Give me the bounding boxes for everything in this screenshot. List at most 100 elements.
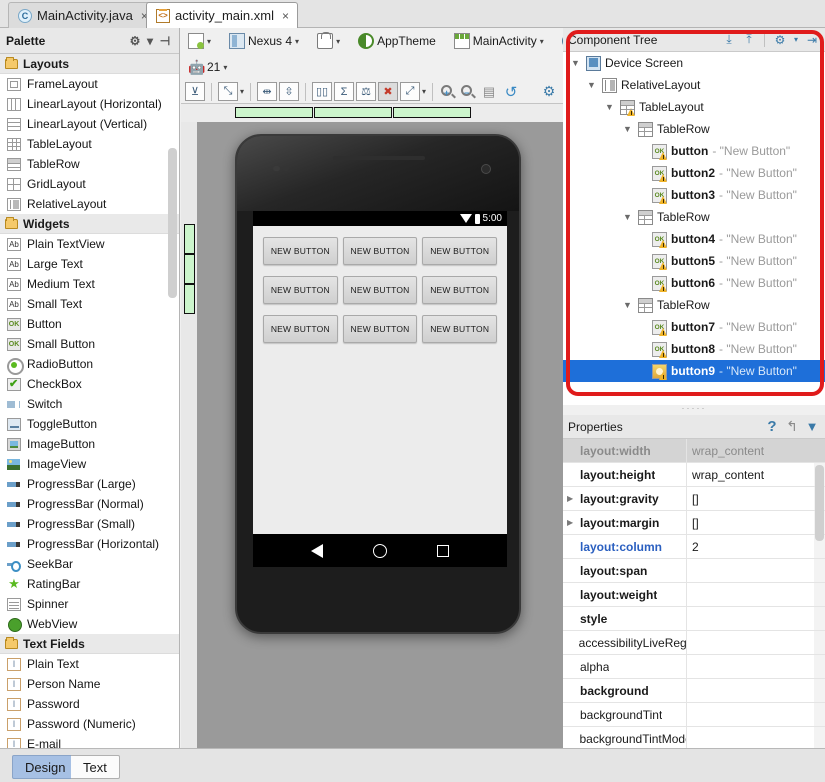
balance-icon[interactable]: ⚖ xyxy=(356,82,377,101)
zoom-out-icon[interactable]: − xyxy=(459,83,477,101)
property-value[interactable]: wrap_content xyxy=(687,463,825,486)
tree-node-button6[interactable]: OK button6 - "New Button" xyxy=(563,272,825,294)
clear-constraints-icon[interactable]: ✖ xyxy=(378,82,399,101)
property-value[interactable]: [] xyxy=(687,511,825,534)
properties-table[interactable]: layout:width wrap_content layout:height … xyxy=(563,439,825,748)
twisty-icon[interactable]: ▼ xyxy=(621,300,634,310)
tree-node-relativelayout[interactable]: ▼ RelativeLayout xyxy=(563,74,825,96)
device-button[interactable]: Nexus 4 ▾ xyxy=(226,31,302,52)
tree-node-button4[interactable]: OK button4 - "New Button" xyxy=(563,228,825,250)
tree-node-button2[interactable]: OK button2 - "New Button" xyxy=(563,162,825,184)
render-toggle-icon[interactable]: ⊻ xyxy=(185,82,205,101)
palette-item-imageview[interactable]: ImageView xyxy=(0,454,179,474)
activity-button[interactable]: MainActivity ▾ xyxy=(451,31,547,52)
tab-design[interactable]: Design xyxy=(12,755,79,779)
property-row[interactable]: backgroundTintMode xyxy=(563,727,825,748)
filter-funnel-icon[interactable]: ▼ xyxy=(804,419,820,435)
twisty-icon[interactable]: ▼ xyxy=(603,102,616,112)
refresh-icon[interactable]: ↺ xyxy=(501,82,521,101)
property-value[interactable]: [] xyxy=(687,487,825,510)
chevron-down-icon[interactable]: ▾ xyxy=(792,32,800,48)
palette-item-large-text[interactable]: Ab Large Text xyxy=(0,254,179,274)
preview-button-2[interactable]: NEW BUTTON xyxy=(342,237,418,265)
palette-item-person-name[interactable]: I Person Name xyxy=(0,674,179,694)
tree-node-button8[interactable]: OK button8 - "New Button" xyxy=(563,338,825,360)
property-value[interactable] xyxy=(687,559,825,582)
property-row[interactable]: alpha xyxy=(563,655,825,679)
properties-scrollbar[interactable] xyxy=(815,465,824,541)
app-surface[interactable]: NEW BUTTON NEW BUTTON NEW BUTTON NEW BUT… xyxy=(253,226,507,534)
palette-item-medium-text[interactable]: Ab Medium Text xyxy=(0,274,179,294)
preview-button-3[interactable]: NEW BUTTON xyxy=(422,237,498,265)
palette-item-progressbar-horizontal[interactable]: ProgressBar (Horizontal) xyxy=(0,534,179,554)
preview-button-4[interactable]: NEW BUTTON xyxy=(263,276,338,304)
twisty-icon[interactable]: ▼ xyxy=(585,80,598,90)
property-row[interactable]: layout:width wrap_content xyxy=(563,439,825,463)
palette-item-plain-textview[interactable]: Ab Plain TextView xyxy=(0,234,179,254)
palette-item-email[interactable]: I E-mail xyxy=(0,734,179,748)
palette-item-button[interactable]: OK Button xyxy=(0,314,179,334)
palette-item-gridlayout[interactable]: GridLayout xyxy=(0,174,179,194)
tree-node-tablerow-2[interactable]: ▼ TableRow xyxy=(563,206,825,228)
palette-item-radiobutton[interactable]: RadioButton xyxy=(0,354,179,375)
panel-splitter[interactable]: ····· xyxy=(563,404,825,415)
twisty-icon[interactable]: ▼ xyxy=(569,58,582,68)
palette-item-spinner[interactable]: Spinner xyxy=(0,594,179,614)
palette-item-switch[interactable]: Switch xyxy=(0,394,179,414)
palette-item-togglebutton[interactable]: ToggleButton xyxy=(0,414,179,434)
property-value[interactable] xyxy=(687,607,825,630)
palette-item-linearlayout-vertical[interactable]: LinearLayout (Vertical) xyxy=(0,114,179,134)
property-row[interactable]: layout:weight xyxy=(563,583,825,607)
property-row[interactable]: ▶ layout:margin [] xyxy=(563,511,825,535)
palette-item-checkbox[interactable]: CheckBox xyxy=(0,374,179,394)
zoom-fit-icon[interactable]: ⤡ xyxy=(218,82,238,101)
tab-text[interactable]: Text xyxy=(71,755,120,779)
palette-item-progressbar-small[interactable]: ProgressBar (Small) xyxy=(0,514,179,534)
sigma-icon[interactable]: Σ xyxy=(334,82,355,101)
palette-group-layouts[interactable]: Layouts xyxy=(0,54,179,74)
property-row[interactable]: ▶ layout:gravity [] xyxy=(563,487,825,511)
palette-item-tablelayout[interactable]: TableLayout xyxy=(0,134,179,154)
property-value[interactable] xyxy=(687,655,825,678)
expand-icon[interactable]: ▶ xyxy=(567,518,577,527)
palette-item-seekbar[interactable]: SeekBar xyxy=(0,554,179,574)
palette-scrollbar[interactable] xyxy=(168,148,177,298)
palette-item-framelayout[interactable]: FrameLayout xyxy=(0,74,179,94)
orientation-button[interactable]: ▾ xyxy=(314,31,343,52)
property-value[interactable] xyxy=(687,727,825,748)
preview-button-7[interactable]: NEW BUTTON xyxy=(263,315,338,343)
layout-variant-button[interactable]: ▾ xyxy=(185,31,214,52)
palette-item-password-numeric[interactable]: I Password (Numeric) xyxy=(0,714,179,734)
design-canvas[interactable]: 5:00 NEW BUTTON NEW BUTTON NEW BUTTON NE… xyxy=(181,104,563,748)
property-value[interactable] xyxy=(687,679,825,702)
palette-item-imagebutton[interactable]: ImageButton xyxy=(0,434,179,454)
back-triangle-icon[interactable] xyxy=(311,543,323,558)
tree-node-tablelayout[interactable]: ▼ TableLayout xyxy=(563,96,825,118)
theme-button[interactable]: AppTheme xyxy=(355,31,439,52)
distribute-h-icon[interactable]: ⇹ xyxy=(257,82,278,101)
preview-button-9-selected[interactable]: NEW BUTTON xyxy=(422,315,498,343)
home-circle-icon[interactable] xyxy=(373,543,387,558)
twisty-icon[interactable]: ▼ xyxy=(621,212,634,222)
device-screen[interactable]: 5:00 NEW BUTTON NEW BUTTON NEW BUTTON NE… xyxy=(253,211,507,567)
columns-icon[interactable]: ▯▯ xyxy=(312,82,333,101)
expand-icon[interactable]: ▶ xyxy=(567,494,577,503)
preview-button-1[interactable]: NEW BUTTON xyxy=(263,237,338,265)
palette-item-small-button[interactable]: OK Small Button xyxy=(0,334,179,354)
help-question-icon[interactable]: ? xyxy=(764,418,780,435)
tree-node-device-screen[interactable]: ▼ Device Screen xyxy=(563,52,825,74)
chevron-down-icon[interactable]: ▾ xyxy=(146,33,154,49)
collapse-panel-icon[interactable]: ⊣ xyxy=(157,33,173,49)
property-value[interactable] xyxy=(687,703,825,726)
property-value[interactable]: wrap_content xyxy=(687,439,825,462)
palette-item-progressbar-large[interactable]: ProgressBar (Large) xyxy=(0,474,179,494)
property-row[interactable]: layout:height wrap_content xyxy=(563,463,825,487)
property-row[interactable]: background xyxy=(563,679,825,703)
property-row[interactable]: layout:span xyxy=(563,559,825,583)
palette-group-widgets[interactable]: Widgets xyxy=(0,214,179,234)
palette-list[interactable]: Layouts FrameLayout LinearLayout (Horizo… xyxy=(0,54,179,748)
distribute-v-icon[interactable]: ⇳ xyxy=(279,82,300,101)
api-level-button[interactable]: 🤖 21 ▾ xyxy=(185,57,230,78)
property-row[interactable]: style xyxy=(563,607,825,631)
palette-item-ratingbar[interactable]: ★ RatingBar xyxy=(0,574,179,594)
